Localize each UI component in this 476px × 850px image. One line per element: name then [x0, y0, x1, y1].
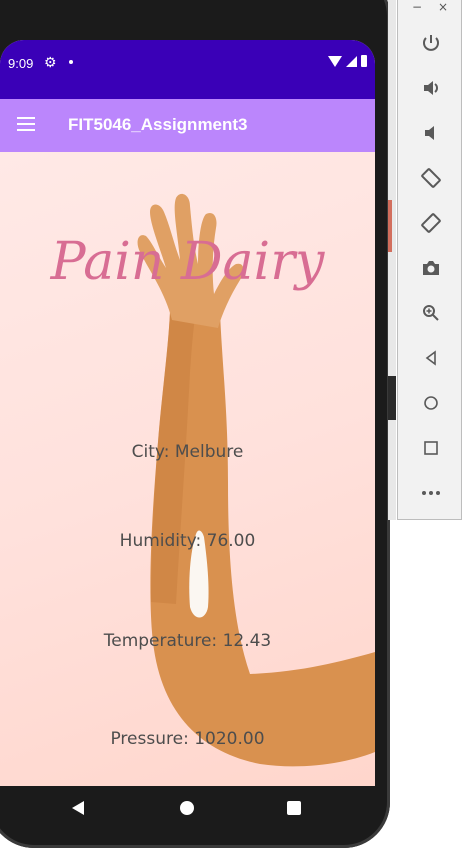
pressure-label: Pressure: 1020.00 [110, 729, 265, 749]
status-time: 9:09 [8, 56, 34, 71]
battery-icon [361, 55, 367, 67]
back-icon[interactable] [416, 343, 446, 373]
nav-recents-icon[interactable] [287, 801, 301, 815]
app-logo: Pain Dairy [50, 232, 325, 292]
city-label: City: Melbure [131, 442, 244, 462]
host-window-accent [388, 200, 392, 252]
cell-signal-icon [346, 55, 357, 67]
app-toolbar: FIT5046_Assignment3 [0, 99, 375, 152]
minimize-button[interactable]: − [412, 0, 422, 14]
emulator-toolbar: − × [397, 0, 462, 520]
more-icon[interactable] [416, 478, 446, 508]
rotate-right-icon[interactable] [416, 208, 446, 238]
power-icon[interactable] [416, 28, 446, 58]
host-window-edge [388, 0, 396, 520]
host-window-dark-area [388, 376, 396, 420]
status-bar: 9:09 ⚙ [0, 40, 375, 99]
home-content: Pain Dairy City: Melbure Humidity: 76.00… [0, 152, 375, 786]
app-title: FIT5046_Assignment3 [68, 115, 248, 134]
rotate-left-icon[interactable] [416, 163, 446, 193]
overview-icon[interactable] [416, 433, 446, 463]
nav-back-icon[interactable] [72, 801, 84, 815]
temperature-label: Temperature: 12.43 [103, 631, 272, 651]
window-controls: − × [398, 0, 461, 18]
home-icon[interactable] [416, 388, 446, 418]
status-icons [328, 55, 367, 67]
nav-home-icon[interactable] [180, 801, 194, 815]
hamburger-menu-icon[interactable] [17, 117, 35, 131]
volume-down-icon[interactable] [416, 118, 446, 148]
wifi-icon [328, 55, 342, 67]
humidity-label: Humidity: 76.00 [119, 531, 256, 551]
volume-up-icon[interactable] [416, 73, 446, 103]
notification-dot-icon [69, 60, 73, 64]
close-button[interactable]: × [438, 0, 448, 14]
system-navigation-bar [0, 786, 375, 830]
zoom-icon[interactable] [416, 298, 446, 328]
device-screen: 9:09 ⚙ FIT5046_Assignment3 Pain Dairy Ci… [0, 40, 375, 786]
camera-icon[interactable] [416, 253, 446, 283]
settings-gear-icon: ⚙ [44, 54, 57, 70]
